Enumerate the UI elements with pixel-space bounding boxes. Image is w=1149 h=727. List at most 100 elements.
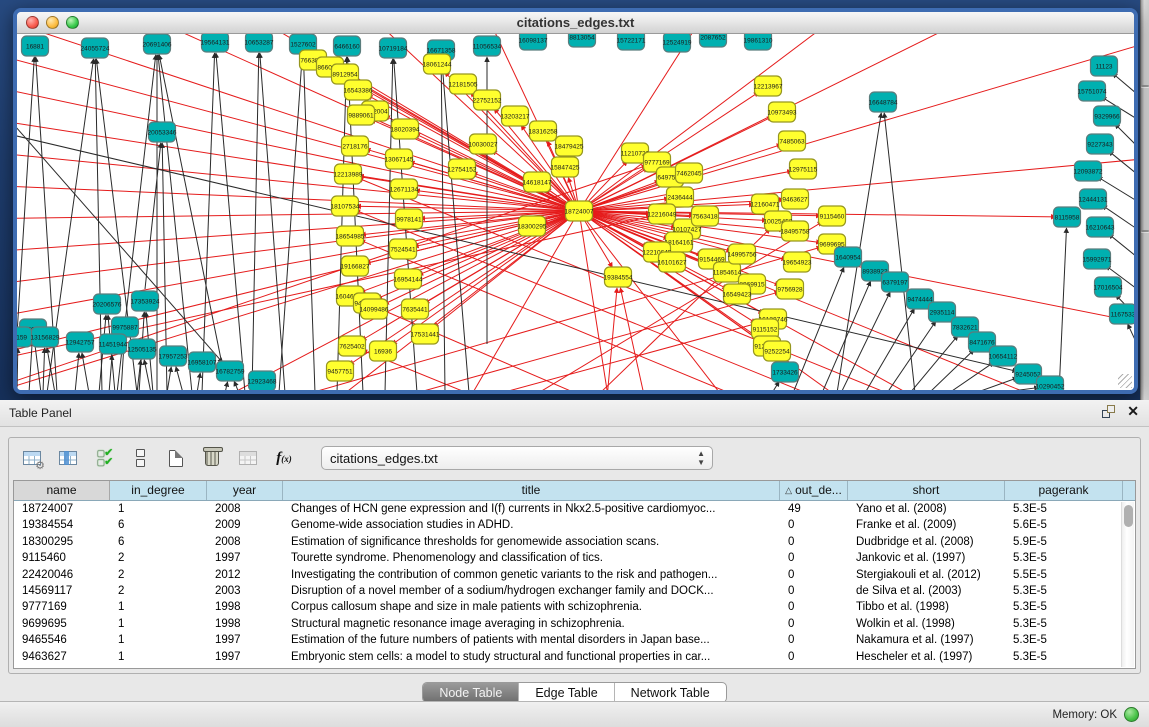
column-header-year[interactable]: year bbox=[207, 481, 283, 500]
graph-node[interactable]: 8115958 bbox=[1054, 207, 1081, 227]
graph-node[interactable]: 8813054 bbox=[569, 34, 596, 47]
new-table-icon[interactable] bbox=[163, 445, 189, 471]
graph-node[interactable]: 12093872 bbox=[1074, 161, 1103, 181]
graph-node[interactable]: 9115460 bbox=[819, 206, 846, 226]
graph-node[interactable]: 9227343 bbox=[1087, 134, 1114, 154]
graph-node[interactable]: 20691406 bbox=[143, 34, 172, 54]
network-window-titlebar[interactable]: citations_edges.txt bbox=[17, 12, 1134, 34]
column-header-title[interactable]: title bbox=[283, 481, 780, 500]
graph-node[interactable]: 18479425 bbox=[555, 136, 584, 156]
table-selector-dropdown[interactable]: citations_edges.txt ▲▼ bbox=[321, 446, 713, 470]
graph-node[interactable]: 9978141 bbox=[396, 209, 423, 229]
graph-node[interactable]: 15751074 bbox=[1078, 81, 1107, 101]
column-header-pagerank[interactable]: pagerank bbox=[1005, 481, 1123, 500]
graph-node[interactable]: 2718176 bbox=[342, 136, 369, 156]
graph-node[interactable]: 16648784 bbox=[869, 92, 898, 112]
graph-node[interactable]: 14099486 bbox=[360, 299, 389, 319]
graph-node[interactable]: 10719184 bbox=[379, 38, 408, 58]
graph-node[interactable]: 18300295 bbox=[518, 216, 547, 236]
function-builder-icon[interactable]: f(x) bbox=[271, 445, 297, 471]
graph-node[interactable]: 15992971 bbox=[1083, 249, 1112, 269]
graph-node[interactable]: 16101627 bbox=[658, 252, 687, 272]
graph-node[interactable]: 12671134 bbox=[390, 179, 419, 199]
graph-node[interactable]: 12444131 bbox=[1079, 189, 1108, 209]
graph-node[interactable]: 19384554 bbox=[604, 267, 633, 287]
table-row[interactable]: 911546021997Tourette syndrome. Phenomeno… bbox=[14, 550, 1135, 566]
column-header-out_de[interactable]: △out_de... bbox=[780, 481, 848, 500]
graph-node[interactable]: 7524541 bbox=[390, 239, 417, 259]
graph-node[interactable]: 9463627 bbox=[782, 189, 809, 209]
graph-node[interactable]: 7635441 bbox=[402, 299, 429, 319]
graph-node[interactable]: 19166827 bbox=[341, 256, 370, 276]
graph-node[interactable]: 12213989 bbox=[334, 164, 363, 184]
column-header-short[interactable]: short bbox=[848, 481, 1005, 500]
window-resize-grip[interactable] bbox=[1118, 374, 1132, 388]
graph-node[interactable]: 22752152 bbox=[473, 90, 502, 110]
graph-node[interactable]: 9329966 bbox=[1094, 106, 1121, 126]
graph-node[interactable]: 12505135 bbox=[128, 339, 157, 359]
graph-node[interactable]: 11123 bbox=[1091, 56, 1118, 76]
graph-node[interactable]: 9252254 bbox=[764, 341, 791, 361]
graph-node[interactable]: 10030027 bbox=[469, 134, 498, 154]
graph-node[interactable]: 12524919 bbox=[663, 34, 692, 52]
graph-node[interactable]: 24055724 bbox=[81, 38, 110, 58]
graph-node[interactable]: 1167533 bbox=[1110, 304, 1135, 324]
graph-node[interactable]: 7563418 bbox=[692, 206, 719, 226]
graph-node[interactable]: 13067145 bbox=[385, 149, 414, 169]
network-canvas[interactable]: 1688124055724206914061956413110653287152… bbox=[17, 34, 1134, 390]
close-panel-icon[interactable]: ✕ bbox=[1127, 405, 1139, 418]
graph-node[interactable]: 11056534 bbox=[473, 36, 502, 56]
graph-node[interactable]: 9889061 bbox=[348, 105, 375, 125]
graph-node[interactable]: 16954144 bbox=[394, 269, 423, 289]
graph-node[interactable]: 16881 bbox=[22, 36, 49, 56]
graph-node[interactable]: 18020394 bbox=[391, 119, 420, 139]
row-height-icon[interactable] bbox=[127, 445, 153, 471]
table-row[interactable]: 1938455462009Genome-wide association stu… bbox=[14, 517, 1135, 533]
graph-node[interactable]: 14995756 bbox=[728, 244, 757, 264]
graph-node[interactable]: 18724007 bbox=[565, 201, 594, 221]
table-row[interactable]: 1830029562008Estimation of significance … bbox=[14, 534, 1135, 550]
graph-node[interactable]: 20053346 bbox=[148, 122, 177, 142]
tab-network-table[interactable]: Network Table bbox=[615, 683, 726, 702]
graph-node[interactable]: 12923468 bbox=[248, 371, 277, 390]
table-row[interactable]: 977716911998Corpus callosum shape and si… bbox=[14, 599, 1135, 615]
table-row[interactable]: 946554611997Estimation of the future num… bbox=[14, 632, 1135, 648]
graph-node[interactable]: 16782759 bbox=[216, 361, 245, 381]
graph-node[interactable]: 39159 bbox=[17, 327, 32, 347]
graph-node[interactable]: 7462045 bbox=[676, 163, 703, 183]
graph-node[interactable]: 16958107 bbox=[188, 352, 217, 372]
table-row[interactable]: 969969511998Structural magnetic resonanc… bbox=[14, 616, 1135, 632]
graph-node[interactable]: 19564131 bbox=[201, 34, 230, 52]
graph-node[interactable]: 12975115 bbox=[789, 159, 818, 179]
graph-node[interactable]: 9457751 bbox=[327, 361, 354, 381]
graph-node[interactable]: 16543386 bbox=[344, 80, 373, 100]
graph-node[interactable]: 2935114 bbox=[929, 302, 956, 322]
graph-node[interactable]: 10654112 bbox=[989, 346, 1018, 366]
graph-node[interactable]: 7485063 bbox=[779, 131, 806, 151]
select-rows-icon[interactable]: ✔✔ bbox=[91, 445, 117, 471]
table-row[interactable]: 1456911722003Disruption of a novel membe… bbox=[14, 583, 1135, 599]
graph-node[interactable]: 18654985 bbox=[336, 226, 365, 246]
graph-node[interactable]: 18316258 bbox=[529, 121, 558, 141]
graph-node[interactable]: 18061244 bbox=[423, 54, 452, 74]
graph-node[interactable]: 10290452 bbox=[1036, 376, 1065, 390]
graph-node[interactable]: 1640954 bbox=[835, 247, 862, 267]
graph-node[interactable]: 19861310 bbox=[744, 34, 773, 50]
graph-node[interactable]: 11854614 bbox=[713, 262, 742, 282]
column-header-name[interactable]: name bbox=[14, 481, 110, 500]
show-columns-icon[interactable] bbox=[55, 445, 81, 471]
tab-edge-table[interactable]: Edge Table bbox=[519, 683, 614, 702]
graph-node[interactable]: 1733426 bbox=[772, 362, 799, 382]
graph-node[interactable]: 20206576 bbox=[93, 294, 122, 314]
table-vertical-scrollbar[interactable] bbox=[1121, 502, 1134, 667]
column-header-in_degree[interactable]: in_degree bbox=[110, 481, 207, 500]
table-row[interactable]: 1872400712008Changes of HCN gene express… bbox=[14, 501, 1135, 517]
graph-node[interactable]: 19654923 bbox=[783, 252, 812, 272]
graph-node[interactable]: 2087652 bbox=[700, 34, 727, 47]
graph-node[interactable]: 9756928 bbox=[777, 279, 804, 299]
graph-node[interactable]: 6466160 bbox=[334, 36, 361, 56]
graph-node[interactable]: 12213967 bbox=[754, 76, 783, 96]
graph-node[interactable]: 6379197 bbox=[882, 272, 909, 292]
table-row[interactable]: 2242004622012Investigating the contribut… bbox=[14, 567, 1135, 583]
graph-node[interactable]: 16210643 bbox=[1086, 217, 1115, 237]
